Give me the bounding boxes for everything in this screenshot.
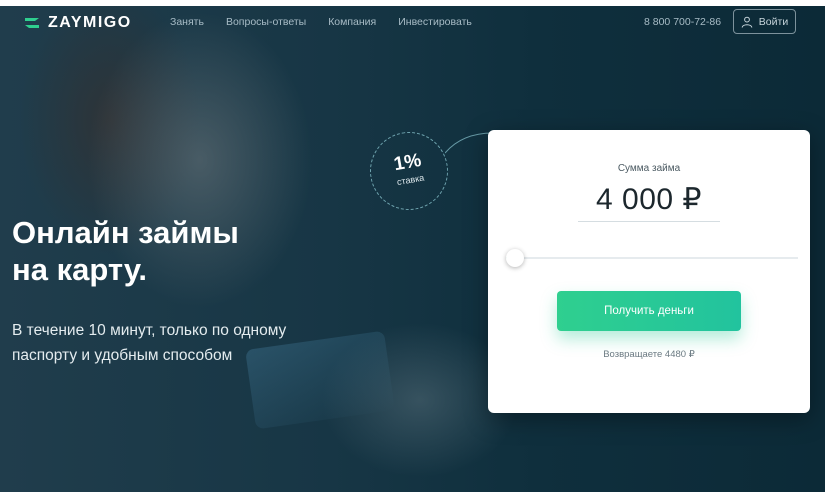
slider-track[interactable] <box>506 257 798 259</box>
zaymigo-logo-icon <box>25 18 39 28</box>
amount-slider[interactable] <box>506 249 798 267</box>
login-label: Войти <box>758 15 789 28</box>
login-button[interactable]: Войти <box>733 9 796 34</box>
logo[interactable]: ZAYMIGO <box>24 14 132 32</box>
phone-number[interactable]: 8 800 700-72-86 <box>644 16 721 28</box>
amount-label: Сумма займа <box>617 163 681 174</box>
brand-name: ZAYMIGO <box>48 14 132 31</box>
bottom-border <box>0 492 825 500</box>
rate-connector-line <box>445 132 493 154</box>
loan-calculator-card: Сумма займа 4 000 ₽ Получить деньги Возв… <box>488 130 810 413</box>
amount-value[interactable]: 4 000 ₽ <box>578 182 720 222</box>
nav-item-invest[interactable]: Инвестировать <box>398 16 472 28</box>
get-money-button[interactable]: Получить деньги <box>557 291 741 331</box>
nav-item-company[interactable]: Компания <box>328 16 376 28</box>
nav-item-faq[interactable]: Вопросы-ответы <box>226 16 306 28</box>
hero-subtitle-line-1: В течение 10 минут, только по одному <box>12 322 287 339</box>
main-nav: Занять Вопросы-ответы Компания Инвестиро… <box>170 16 472 28</box>
hero-title-line-1: Онлайн займы <box>12 215 239 250</box>
slider-thumb[interactable] <box>506 249 524 267</box>
hero-title-line-2: на карту. <box>12 252 147 287</box>
site-header: ZAYMIGO Занять Вопросы-ответы Компания И… <box>0 6 825 40</box>
hero-subtitle-line-2: паспорту и удобным способом <box>12 347 233 364</box>
repay-amount-text: Возвращаете 4480 ₽ <box>603 349 695 360</box>
user-icon <box>741 16 753 28</box>
nav-item-borrow[interactable]: Занять <box>170 16 204 28</box>
hero-title: Онлайн займы на карту. <box>12 214 332 288</box>
hero-subtitle: В течение 10 минут, только по одному пас… <box>12 318 342 368</box>
